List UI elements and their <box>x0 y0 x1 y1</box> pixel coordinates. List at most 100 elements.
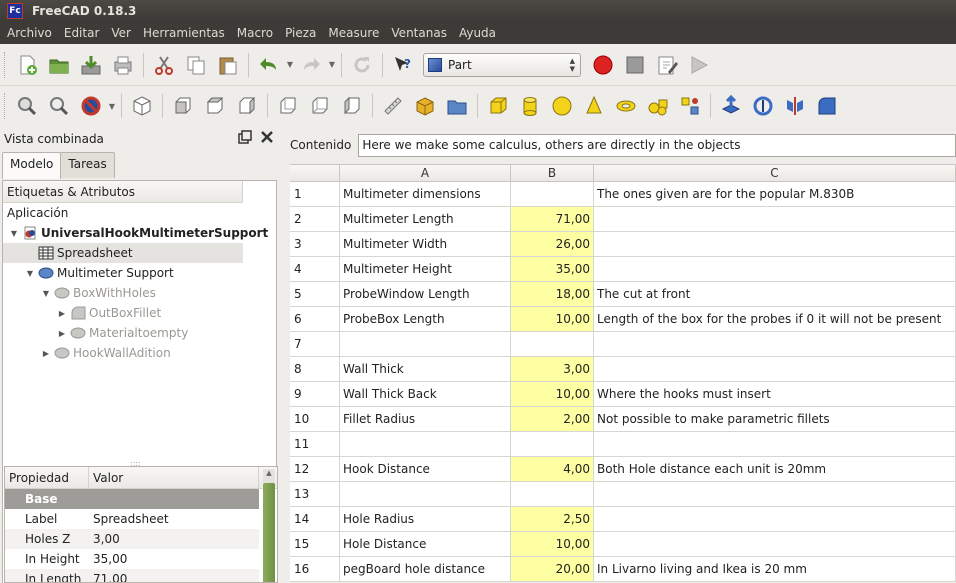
expand-arrow-icon[interactable]: ▶ <box>57 329 67 338</box>
cell-b[interactable] <box>511 182 594 207</box>
property-row[interactable]: Label Spreadsheet <box>5 509 277 529</box>
copy-icon[interactable] <box>182 51 210 79</box>
expand-arrow-icon[interactable]: ▶ <box>41 349 51 358</box>
row-number[interactable]: 8 <box>290 357 340 382</box>
open-folder-icon[interactable] <box>45 51 73 79</box>
collapse-arrow-icon[interactable]: ▼ <box>41 289 51 298</box>
menu-measure[interactable]: Measure <box>322 26 385 40</box>
row-number[interactable]: 7 <box>290 332 340 357</box>
cell-c[interactable]: Where the hooks must insert <box>594 382 956 407</box>
part-torus-icon[interactable] <box>612 92 640 120</box>
cell-a[interactable]: pegBoard hole distance <box>340 557 511 582</box>
expand-arrow-icon[interactable]: ▶ <box>57 309 67 318</box>
tab-modelo[interactable]: Modelo <box>2 152 62 179</box>
refresh-icon[interactable] <box>348 51 376 79</box>
column-header-c[interactable]: C <box>594 165 956 182</box>
save-icon[interactable] <box>77 51 105 79</box>
tree-item-boxwithholes[interactable]: ▼ BoxWithHoles <box>3 283 276 303</box>
cell-b[interactable] <box>511 432 594 457</box>
cell-c[interactable] <box>594 432 956 457</box>
cell-c[interactable] <box>594 207 956 232</box>
row-number[interactable]: 13 <box>290 482 340 507</box>
tree-item-spreadsheet[interactable]: Spreadsheet <box>3 243 243 263</box>
cell-b[interactable]: 35,00 <box>511 257 594 282</box>
menu-editar[interactable]: Editar <box>58 26 106 40</box>
row-number[interactable]: 14 <box>290 507 340 532</box>
cell-c[interactable]: Not possible to make parametric fillets <box>594 407 956 432</box>
cut-icon[interactable] <box>150 51 178 79</box>
cell-b[interactable]: 20,00 <box>511 557 594 582</box>
create-group-icon[interactable] <box>443 92 471 120</box>
tree-item-hookwalladition[interactable]: ▶ HookWallAdition <box>3 343 276 363</box>
row-number[interactable]: 12 <box>290 457 340 482</box>
cell-c[interactable] <box>594 357 956 382</box>
cell-b[interactable]: 10,00 <box>511 307 594 332</box>
cell-b[interactable]: 71,00 <box>511 207 594 232</box>
property-row[interactable]: In Length 71,00 <box>5 569 259 582</box>
cell-a[interactable]: Hole Distance <box>340 532 511 557</box>
cell-b[interactable] <box>511 332 594 357</box>
property-row[interactable]: Holes Z 3,00 <box>5 529 259 549</box>
tree-item-materialtoempty[interactable]: ▶ Materialtoempty <box>3 323 276 343</box>
workbench-selector[interactable]: Part ▲ ▼ <box>423 52 581 77</box>
cell-c[interactable]: The cut at front <box>594 282 956 307</box>
cell-a[interactable]: ProbeWindow Length <box>340 282 511 307</box>
collapse-arrow-icon[interactable]: ▼ <box>25 269 35 278</box>
property-col-header[interactable]: Propiedad <box>5 467 89 488</box>
measure-distance-icon[interactable] <box>379 92 407 120</box>
row-number[interactable]: 16 <box>290 557 340 582</box>
record-macro-icon[interactable] <box>589 51 617 79</box>
cell-a[interactable]: Multimeter Height <box>340 257 511 282</box>
row-number[interactable]: 15 <box>290 532 340 557</box>
cell-b[interactable]: 2,50 <box>511 507 594 532</box>
row-number[interactable]: 1 <box>290 182 340 207</box>
cell-b[interactable]: 18,00 <box>511 282 594 307</box>
cell-c[interactable] <box>594 232 956 257</box>
corner-header[interactable] <box>290 165 340 182</box>
row-number[interactable]: 4 <box>290 257 340 282</box>
cell-a[interactable]: Fillet Radius <box>340 407 511 432</box>
menu-pieza[interactable]: Pieza <box>279 26 322 40</box>
view-left-icon[interactable] <box>338 92 366 120</box>
tab-tareas[interactable]: Tareas <box>60 152 115 178</box>
menu-archivo[interactable]: Archivo <box>0 26 58 40</box>
cell-c[interactable] <box>594 257 956 282</box>
cell-a[interactable]: Hole Radius <box>340 507 511 532</box>
property-group-base[interactable]: Base <box>5 489 259 509</box>
run-macro-icon[interactable] <box>685 51 713 79</box>
column-header-b[interactable]: B <box>511 165 594 182</box>
cell-a[interactable] <box>340 482 511 507</box>
row-number[interactable]: 10 <box>290 407 340 432</box>
cell-a[interactable]: Wall Thick Back <box>340 382 511 407</box>
create-part-icon[interactable] <box>411 92 439 120</box>
stop-macro-icon[interactable] <box>621 51 649 79</box>
row-number[interactable]: 3 <box>290 232 340 257</box>
cell-a[interactable]: Multimeter Length <box>340 207 511 232</box>
view-top-icon[interactable] <box>201 92 229 120</box>
cell-c[interactable] <box>594 332 956 357</box>
tree-item-multimeter-support[interactable]: ▼ Multimeter Support <box>3 263 276 283</box>
cell-c[interactable]: The ones given are for the popular M.830… <box>594 182 956 207</box>
cell-c[interactable] <box>594 532 956 557</box>
fit-all-icon[interactable] <box>13 92 41 120</box>
cell-c[interactable]: Both Hole distance each unit is 20mm <box>594 457 956 482</box>
menu-ayuda[interactable]: Ayuda <box>453 26 502 40</box>
print-icon[interactable] <box>109 51 137 79</box>
draw-style-icon[interactable] <box>77 92 105 120</box>
cell-c[interactable]: In Livarno living and Ikea is 20 mm <box>594 557 956 582</box>
cell-c[interactable]: Length of the box for the probes if 0 it… <box>594 307 956 332</box>
edit-macro-icon[interactable] <box>653 51 681 79</box>
part-shapebuilder-icon[interactable] <box>676 92 704 120</box>
cell-c[interactable] <box>594 482 956 507</box>
undo-icon[interactable] <box>255 51 283 79</box>
view-front-icon[interactable] <box>169 92 197 120</box>
paste-icon[interactable] <box>214 51 242 79</box>
part-revolve-icon[interactable] <box>749 92 777 120</box>
toolbar-grip[interactable] <box>4 51 7 78</box>
undo-dropdown-icon[interactable]: ▼ <box>285 60 295 69</box>
cell-c[interactable] <box>594 507 956 532</box>
row-number[interactable]: 2 <box>290 207 340 232</box>
tree-item-outboxfillet[interactable]: ▶ OutBoxFillet <box>3 303 276 323</box>
redo-icon[interactable] <box>297 51 325 79</box>
undock-icon[interactable] <box>238 130 252 147</box>
